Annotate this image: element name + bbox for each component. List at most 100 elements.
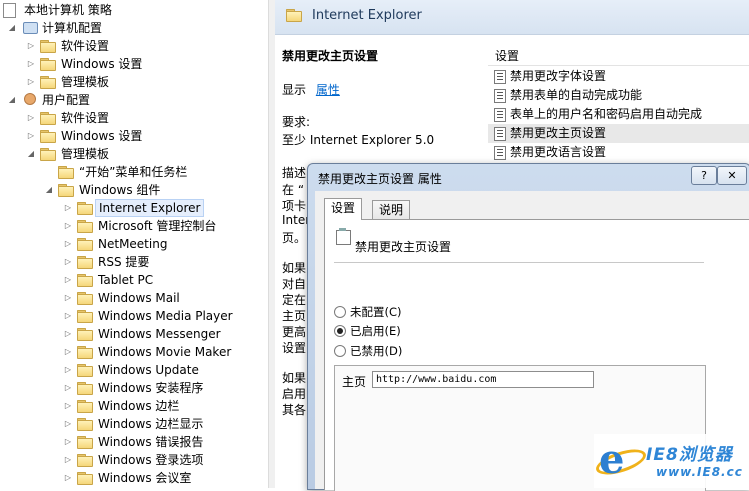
folder-icon	[77, 382, 93, 395]
folder-icon	[77, 364, 93, 377]
folder-icon	[40, 130, 56, 143]
folder-icon	[77, 400, 93, 413]
collapsed-arrow-icon[interactable]: ▷	[26, 127, 36, 145]
folder-icon	[77, 472, 93, 485]
collapsed-arrow-icon[interactable]: ▷	[63, 469, 73, 487]
folder-icon	[77, 310, 93, 323]
watermark-title: IE8浏览器	[646, 445, 733, 465]
policy-document-icon	[3, 3, 16, 18]
expanded-arrow-icon[interactable]: ◢	[7, 91, 17, 109]
description-text: 如果	[282, 371, 307, 385]
tree-label: Windows 登录选项	[98, 453, 204, 467]
tree-label: Tablet PC	[98, 273, 154, 287]
collapsed-arrow-icon[interactable]: ▷	[63, 325, 73, 343]
folder-icon	[77, 328, 93, 341]
folder-icon	[58, 166, 74, 179]
tree-label: 计算机配置	[42, 21, 103, 35]
home-page-input[interactable]: http://www.baidu.com	[372, 371, 594, 388]
requirement-value: 至少 Internet Explorer 5.0	[282, 133, 435, 147]
collapsed-arrow-icon[interactable]: ▷	[63, 253, 73, 271]
tree-label: Windows 错误报告	[98, 435, 204, 449]
tree-label: Windows 边栏显示	[98, 417, 204, 431]
collapsed-arrow-icon[interactable]: ▷	[26, 73, 36, 91]
folder-icon	[77, 346, 93, 359]
policy-setting-icon	[494, 89, 506, 103]
description-text: 设置	[282, 341, 307, 355]
collapsed-arrow-icon[interactable]: ▷	[63, 379, 73, 397]
close-button[interactable]: ✕	[717, 166, 747, 185]
expanded-arrow-icon[interactable]: ◢	[44, 181, 54, 199]
setting-label: 禁用更改主页设置	[510, 126, 607, 140]
description-text: 描述	[282, 166, 307, 180]
folder-icon	[77, 220, 93, 233]
folder-icon	[77, 238, 93, 251]
collapsed-arrow-icon[interactable]: ▷	[63, 235, 73, 253]
description-text: 如果	[282, 261, 307, 275]
collapsed-arrow-icon[interactable]: ▷	[63, 307, 73, 325]
policy-setting-icon	[336, 228, 351, 245]
home-page-label: 主页	[342, 375, 367, 389]
dialog-title: 禁用更改主页设置 属性	[318, 172, 442, 186]
details-header-title: Internet Explorer	[312, 8, 422, 23]
setting-row[interactable]: 禁用更改语言设置	[488, 143, 749, 162]
description-text: 对自	[282, 277, 307, 291]
tree-label: Windows Update	[98, 363, 199, 377]
tab-settings[interactable]: 设置	[324, 198, 363, 220]
watermark-url: www.IE8.cc	[656, 465, 743, 479]
watermark-logo: e IE8浏览器 www.IE8.cc	[593, 434, 749, 488]
folder-icon	[40, 58, 56, 71]
tab-explain[interactable]: 说明	[372, 200, 411, 220]
folder-icon	[40, 148, 56, 161]
collapsed-arrow-icon[interactable]: ▷	[26, 55, 36, 73]
collapsed-arrow-icon[interactable]: ▷	[63, 199, 73, 217]
help-button[interactable]: ?	[691, 166, 717, 185]
description-text: 在 “	[282, 183, 305, 197]
expanded-arrow-icon[interactable]: ◢	[26, 145, 36, 163]
policy-setting-icon	[494, 108, 506, 122]
description-text: 主页	[282, 309, 307, 323]
description-text: 更高	[282, 325, 307, 339]
tree-label: Windows 设置	[61, 57, 143, 71]
description-text: 定在	[282, 293, 307, 307]
collapsed-arrow-icon[interactable]: ▷	[63, 289, 73, 307]
collapsed-arrow-icon[interactable]: ▷	[63, 271, 73, 289]
collapsed-arrow-icon[interactable]: ▷	[26, 109, 36, 127]
setting-label: 禁用更改字体设置	[510, 69, 607, 83]
setting-row[interactable]: 禁用更改字体设置	[488, 67, 749, 86]
setting-row[interactable]: 表单上的用户名和密码启用自动完成	[488, 105, 749, 124]
collapsed-arrow-icon[interactable]: ▷	[63, 451, 73, 469]
collapsed-arrow-icon[interactable]: ▷	[63, 415, 73, 433]
tree-label: NetMeeting	[98, 237, 168, 251]
tree-root-label: 本地计算机 策略	[24, 3, 112, 17]
radio-button-icon[interactable]	[334, 345, 346, 357]
policy-setting-icon	[494, 146, 506, 160]
tree-label: 管理模板	[61, 75, 110, 89]
folder-icon	[77, 256, 93, 269]
setting-row-selected[interactable]: 禁用更改主页设置	[488, 124, 749, 143]
collapsed-arrow-icon[interactable]: ▷	[63, 397, 73, 415]
collapsed-arrow-icon[interactable]: ▷	[63, 343, 73, 361]
radio-label: 未配置(C)	[350, 305, 402, 319]
folder-icon	[77, 202, 93, 215]
radio-button-icon[interactable]	[334, 306, 346, 318]
folder-icon	[77, 454, 93, 467]
folder-icon	[58, 184, 74, 197]
setting-label: 禁用更改语言设置	[510, 145, 607, 159]
collapsed-arrow-icon[interactable]: ▷	[63, 433, 73, 451]
collapsed-arrow-icon[interactable]: ▷	[26, 37, 36, 55]
collapsed-arrow-icon[interactable]: ▷	[63, 217, 73, 235]
radio-button-selected-icon[interactable]	[334, 325, 346, 337]
policy-setting-icon	[494, 70, 506, 84]
folder-icon	[77, 436, 93, 449]
tree-label: Windows 会议室	[98, 471, 192, 485]
collapsed-arrow-icon[interactable]: ▷	[63, 361, 73, 379]
radio-label: 已启用(E)	[350, 324, 401, 338]
tree-scrollbar[interactable]	[268, 0, 275, 488]
expanded-arrow-icon[interactable]: ◢	[7, 19, 17, 37]
tree-label: Windows Media Player	[98, 309, 233, 323]
setting-row[interactable]: 禁用表单的自动完成功能	[488, 86, 749, 105]
properties-link[interactable]: 属性	[316, 83, 340, 97]
settings-column-header[interactable]: 设置	[488, 45, 749, 66]
folder-icon	[77, 274, 93, 287]
description-text: 页。	[282, 231, 307, 245]
